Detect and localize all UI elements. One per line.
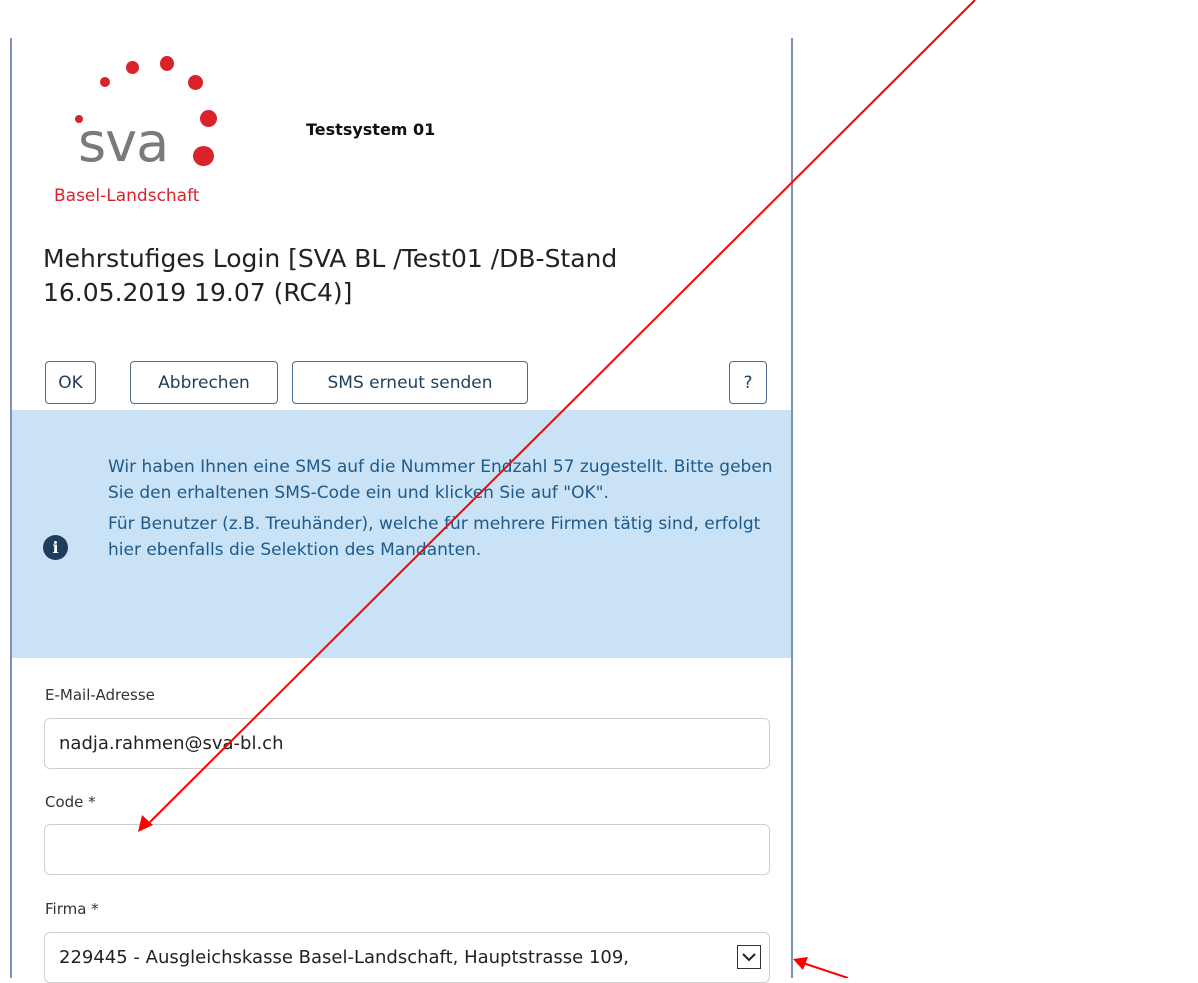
annotation-arrow-head (793, 957, 808, 970)
info-icon: i (43, 535, 68, 560)
code-label: Code * (45, 793, 96, 811)
firma-value: 229445 - Ausgleichskasse Basel-Landschaf… (59, 947, 630, 968)
system-name: Testsystem 01 (306, 120, 436, 139)
page-title: Mehrstufiges Login [SVA BL /Test01 /DB-S… (43, 244, 618, 307)
help-button[interactable]: ? (729, 361, 767, 404)
info-paragraph: Wir haben Ihnen eine SMS auf die Nummer … (108, 457, 773, 503)
sva-logo: sva Basel-Landschaft (50, 48, 230, 206)
firma-label: Firma * (45, 900, 99, 918)
ok-button[interactable]: OK (45, 361, 96, 404)
info-message: i Wir haben Ihnen eine SMS auf die Numme… (12, 410, 791, 658)
info-paragraph: Für Benutzer (z.B. Treuhänder), welche f… (108, 514, 761, 560)
email-field[interactable]: nadja.rahmen@sva-bl.ch (44, 718, 770, 769)
annotation-arrow-line (799, 961, 849, 978)
cancel-button[interactable]: Abbrechen (130, 361, 278, 404)
logo-subtitle: Basel-Landschaft (54, 186, 200, 206)
info-text: Wir haben Ihnen eine SMS auf die Nummer … (108, 454, 778, 568)
login-panel: sva Basel-Landschaft Testsystem 01 Mehrs… (10, 38, 793, 983)
email-label: E-Mail-Adresse (45, 686, 155, 704)
firma-select[interactable]: 229445 - Ausgleichskasse Basel-Landschaf… (44, 932, 770, 983)
code-input[interactable] (44, 824, 770, 875)
chevron-down-icon[interactable] (737, 945, 761, 969)
logo-wordmark: sva (78, 111, 169, 174)
resend-sms-button[interactable]: SMS erneut senden (292, 361, 528, 404)
email-value: nadja.rahmen@sva-bl.ch (59, 733, 284, 754)
